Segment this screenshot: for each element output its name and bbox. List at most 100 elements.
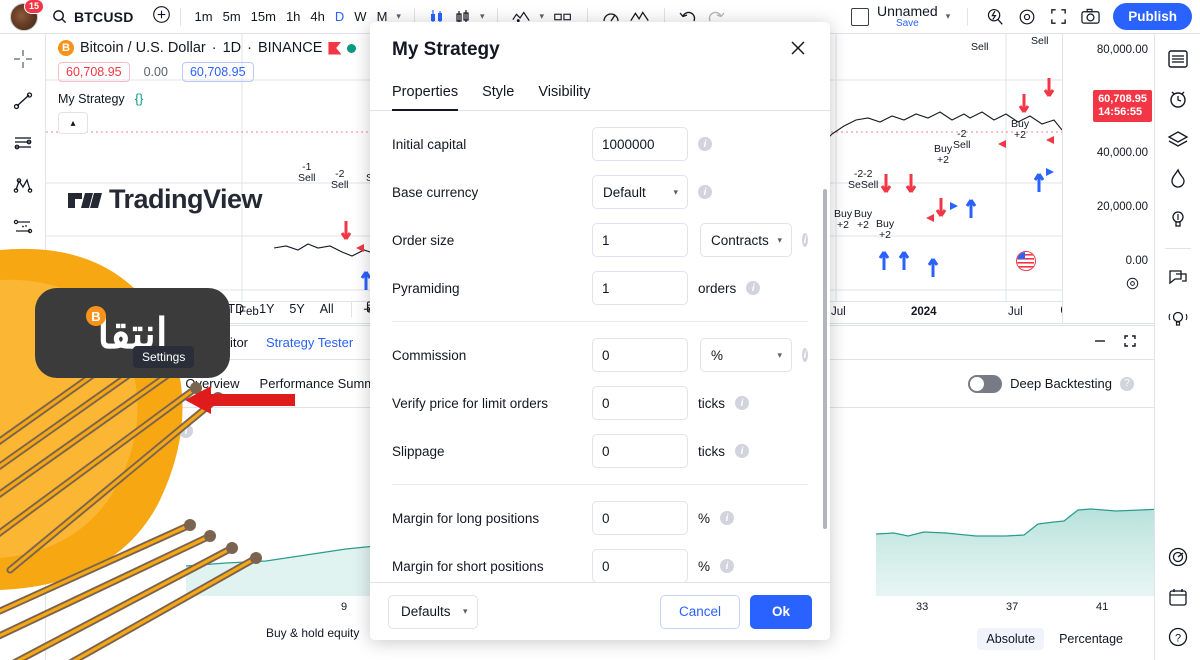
legend-strategy-name: My Strategy	[58, 91, 125, 106]
price-axis-settings-gear-icon[interactable]	[1125, 276, 1140, 296]
view-mode-percentage[interactable]: Percentage	[1050, 628, 1132, 650]
quick-search-button[interactable]	[981, 5, 1009, 29]
tab-strategy-tester[interactable]: Strategy Tester	[266, 335, 353, 350]
view-mode-absolute[interactable]: Absolute	[977, 628, 1045, 650]
info-icon[interactable]: i	[179, 424, 194, 438]
field-label: Verify price for limit orders	[392, 395, 549, 411]
info-icon[interactable]: i	[802, 233, 808, 247]
field-label: Initial capital	[392, 136, 467, 152]
ideas-icon[interactable]	[1163, 204, 1193, 234]
tester-strategy-name: My Strategy	[60, 376, 130, 391]
tab-visibility[interactable]: Visibility	[538, 78, 590, 110]
slippage-input[interactable]	[592, 434, 688, 468]
timeframe-d[interactable]: D	[330, 6, 349, 27]
timeframe-4h[interactable]: 4h	[305, 6, 329, 27]
field-margin-long: Margin for long positions % i	[392, 499, 808, 537]
brush-icon[interactable]	[8, 254, 38, 284]
prediction-icon[interactable]	[8, 212, 38, 242]
timeframe-w[interactable]: W	[349, 6, 371, 27]
chat-icon[interactable]	[1163, 263, 1193, 293]
close-icon[interactable]	[788, 38, 808, 63]
deep-backtesting-toggle[interactable]	[968, 374, 1003, 393]
data-window-icon[interactable]	[1163, 124, 1193, 154]
dialog-scrollbar[interactable]	[823, 189, 827, 529]
legend-exchange: BINANCE	[257, 40, 323, 56]
trend-line-icon[interactable]	[8, 86, 38, 116]
calendar-icon[interactable]	[1163, 582, 1193, 612]
order-size-unit-select[interactable]: Contracts ▾	[700, 223, 792, 257]
cross-cursor-icon[interactable]	[8, 44, 38, 74]
info-icon[interactable]: i	[735, 444, 749, 458]
legend-strategy-row[interactable]: My Strategy {}	[58, 91, 356, 106]
layout-icon[interactable]	[851, 7, 869, 26]
field-label: Base currency	[392, 184, 479, 200]
workspace-save-link[interactable]: Save	[896, 18, 919, 30]
timeframe-1h[interactable]: 1h	[281, 6, 305, 27]
indicators-chevron-down-icon[interactable]: ▾	[535, 11, 548, 22]
horizontal-lines-icon[interactable]	[8, 128, 38, 158]
legend-collapse-button[interactable]: ▴	[58, 112, 88, 134]
snapshot-button[interactable]	[1076, 5, 1105, 28]
timeframe-more-chevron-down-icon[interactable]: ▾	[392, 11, 405, 22]
info-icon[interactable]: i	[735, 396, 749, 410]
legend-interval: 1D	[222, 40, 242, 56]
info-icon[interactable]: i	[698, 185, 712, 199]
watchlist-icon[interactable]	[1163, 44, 1193, 74]
price-axis[interactable]: 80,000.00 60,708.95 14:56:55 40,000.00 2…	[1062, 34, 1154, 323]
quick-search-icon	[988, 8, 1003, 25]
source-code-icon[interactable]: {}	[135, 91, 144, 106]
range-1y[interactable]: 1Y	[253, 300, 280, 318]
publish-button[interactable]: Publish	[1113, 3, 1192, 30]
info-icon[interactable]: i	[720, 511, 735, 525]
timeframe-15m[interactable]: 15m	[246, 6, 281, 27]
maximize-icon[interactable]	[1122, 333, 1138, 352]
workspace-menu[interactable]: Unnamed Save	[877, 4, 938, 29]
chart-style-chevron-down-icon[interactable]: ▾	[476, 11, 489, 22]
defaults-button[interactable]: Defaults ▾	[388, 594, 478, 629]
commission-input[interactable]	[592, 338, 688, 372]
chart-marker: Buy +2	[854, 208, 873, 231]
order-size-input[interactable]	[592, 223, 688, 257]
legend-symbol-row[interactable]: B Bitcoin / U.S. Dollar · 1D · BINANCE	[58, 40, 357, 56]
symbol-search[interactable]: BTCUSD	[52, 9, 134, 25]
range-5y[interactable]: 5Y	[283, 300, 310, 318]
dialog-body[interactable]: Initial capital i Base currency Default …	[370, 111, 830, 582]
minimize-icon[interactable]	[1092, 333, 1108, 352]
avatar[interactable]: 15	[10, 0, 44, 31]
question-icon[interactable]: ?	[1120, 376, 1134, 391]
plus-icon	[152, 5, 170, 23]
info-icon[interactable]: i	[746, 281, 761, 295]
info-icon[interactable]: i	[802, 348, 808, 362]
tab-style[interactable]: Style	[482, 78, 514, 110]
cancel-button[interactable]: Cancel	[659, 594, 740, 629]
pyramiding-input[interactable]	[592, 271, 688, 305]
margin-short-input[interactable]	[592, 549, 688, 582]
base-currency-select[interactable]: Default ▾	[592, 175, 688, 209]
margin-long-input[interactable]	[592, 501, 688, 535]
broker-idea-icon[interactable]	[1163, 303, 1193, 333]
field-order-size: Order size Contracts ▾ i	[392, 221, 808, 259]
help-icon[interactable]: ?	[1163, 622, 1193, 652]
add-symbol-button[interactable]	[152, 5, 171, 29]
verify-price-input[interactable]	[592, 386, 688, 420]
commission-unit-select[interactable]: % ▾	[700, 338, 792, 372]
trading-panel-icon[interactable]	[1163, 542, 1193, 572]
timeframe-1m[interactable]: 1m	[190, 6, 218, 27]
info-icon[interactable]: i	[698, 137, 712, 151]
range-all[interactable]: All	[314, 300, 340, 318]
field-label: Commission	[392, 347, 467, 363]
tradingview-app: 15 BTCUSD 1m 5m 15m 1h 4h D W M ▾ ▾ ▾ Un…	[0, 0, 1200, 660]
pattern-icon[interactable]	[8, 170, 38, 200]
chart-marker: Buy +2	[876, 218, 895, 241]
alerts-icon[interactable]	[1163, 84, 1193, 114]
chart-settings-button[interactable]	[1013, 5, 1041, 29]
flag-icon	[328, 41, 342, 55]
timeframe-5m[interactable]: 5m	[218, 6, 246, 27]
ok-button[interactable]: Ok	[749, 594, 812, 629]
initial-capital-input[interactable]	[592, 127, 688, 161]
workspace-chevron-down-icon[interactable]: ▾	[942, 11, 955, 22]
tab-properties[interactable]: Properties	[392, 78, 459, 111]
hotlist-icon[interactable]	[1163, 164, 1193, 194]
fullscreen-button[interactable]	[1045, 5, 1072, 28]
info-icon[interactable]: i	[720, 559, 735, 573]
